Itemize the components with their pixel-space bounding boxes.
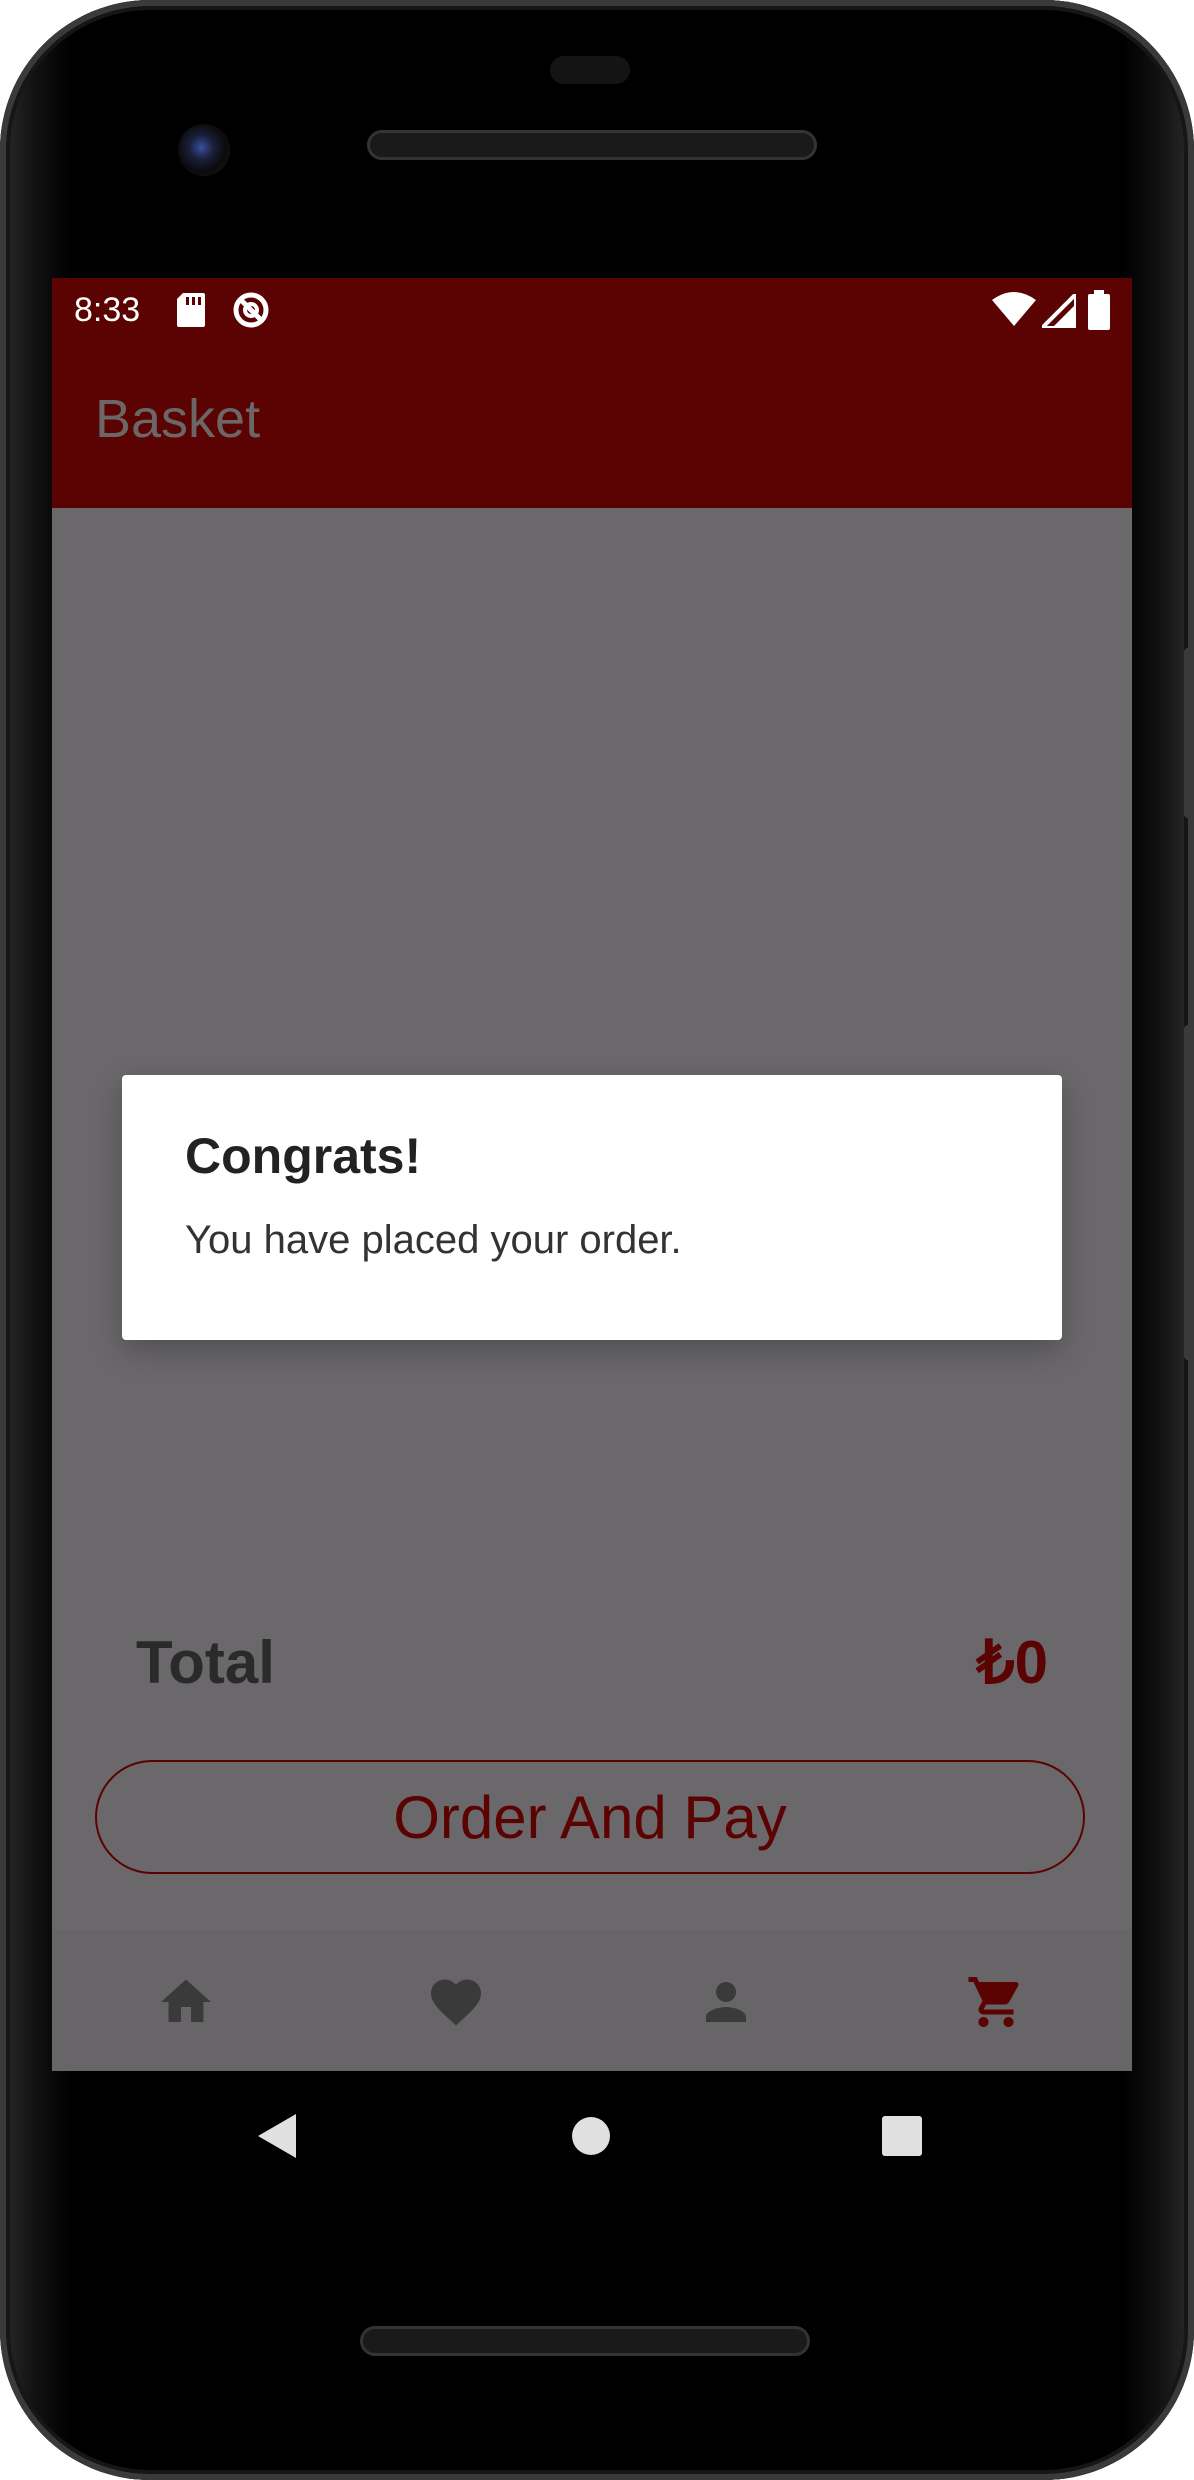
app-bar: Basket [52, 342, 1132, 508]
status-time: 8:33 [74, 291, 141, 329]
back-icon[interactable] [256, 2112, 298, 2160]
nav-item-home[interactable] [156, 1972, 216, 2032]
wifi-icon [992, 292, 1036, 326]
heart-icon [431, 1979, 481, 2026]
battery-icon [1088, 290, 1110, 330]
congrats-dialog: Congrats! You have placed your order. [122, 1075, 1062, 1340]
do-not-disturb-icon [233, 292, 269, 328]
phone-frame: 8:33 Basket Total ₺0 Order And Pay Congr… [0, 0, 1194, 2480]
nav-item-profile[interactable] [696, 1972, 756, 2032]
bottom-navigation [52, 1930, 1132, 2071]
power-button [1184, 648, 1194, 818]
system-navigation-bar [0, 2072, 1194, 2202]
dialog-message: You have placed your order. [185, 1218, 682, 1262]
earpiece-speaker [367, 130, 817, 160]
total-value: ₺0 [976, 1629, 1048, 1696]
volume-button [1184, 1025, 1194, 1360]
bottom-speaker [360, 2326, 810, 2356]
nav-item-cart[interactable] [966, 1972, 1026, 2032]
dialog-title: Congrats! [185, 1128, 422, 1184]
total-label: Total [136, 1629, 275, 1696]
recents-icon[interactable] [882, 2116, 922, 2156]
sd-card-icon [177, 293, 205, 327]
front-camera [178, 124, 230, 176]
cart-icon [968, 1977, 1019, 2027]
home-button-icon[interactable] [571, 2116, 611, 2156]
nav-item-favorites[interactable] [426, 1972, 486, 2032]
page-title: Basket [95, 389, 261, 449]
order-and-pay-button[interactable]: Order And Pay [95, 1760, 1085, 1874]
home-icon [161, 1979, 211, 2022]
app-screen: 8:33 Basket Total ₺0 Order And Pay Congr… [52, 278, 1132, 2071]
proximity-sensor [550, 56, 630, 84]
person-icon [706, 1982, 746, 2022]
status-bar: 8:33 [52, 278, 1132, 342]
signal-icon [1042, 294, 1076, 328]
